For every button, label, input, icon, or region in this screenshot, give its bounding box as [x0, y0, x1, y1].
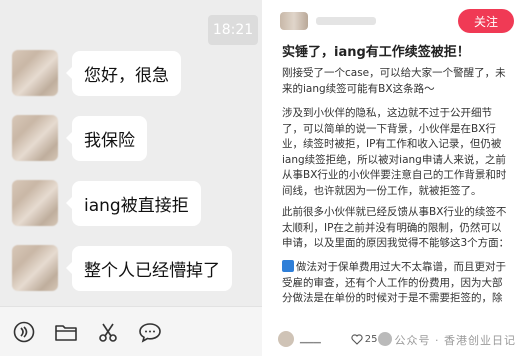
author-avatar[interactable]: [280, 12, 308, 30]
watermark-text: 公众号 · 香港创业日记: [394, 334, 516, 347]
post-paragraph: 此前很多小伙伴就已经反馈从事BX行业的续签不太顺利，IP在之前并没有明确的限制，…: [282, 206, 510, 249]
like-button[interactable]: 25: [351, 333, 378, 345]
avatar[interactable]: [12, 180, 58, 226]
chat-message[interactable]: iang被直接拒: [12, 180, 201, 226]
message-bubble[interactable]: 您好，很急: [66, 50, 181, 96]
like-count: 25: [364, 333, 378, 345]
number-badge-icon: [282, 260, 294, 272]
post-header: 关注: [280, 8, 514, 34]
voice-icon[interactable]: [12, 320, 36, 344]
post-paragraph: 涉及到小伙伴的隐私，这边就不过于公开细节了，可以简单的说一下背景，小伙伴是在BX…: [282, 107, 507, 197]
message-bubble[interactable]: 整个人已经懵掉了: [66, 245, 232, 291]
post-paragraph-list-item: 做法对于保单费用过大不太靠谱，而且更对于受雇的审查，还有个人工作的份费用，因为大…: [282, 260, 510, 308]
folder-icon[interactable]: [54, 320, 78, 344]
post-paragraph: 刚接受了一个case，可以给大家一个警醒了，未来的iang续签可能有BX这条路～: [282, 67, 506, 95]
avatar[interactable]: [12, 115, 58, 161]
chat-message[interactable]: 整个人已经懵掉了: [12, 245, 232, 291]
message-bubble[interactable]: 我保险: [66, 115, 147, 161]
author-name-blurred[interactable]: [316, 17, 376, 25]
wechat-icon: [377, 332, 392, 346]
chat-timestamp: 18:21: [208, 15, 258, 45]
chat-message[interactable]: 您好，很急: [12, 50, 181, 96]
post-paragraph-text: 做法对于保单费用过大不太靠谱，而且更对于受雇的审查，还有个人工作的份费用，因为大…: [282, 261, 506, 308]
watermark: 公众号 · 香港创业日记: [377, 332, 517, 348]
commenter-avatar[interactable]: [278, 331, 294, 347]
chat-message[interactable]: 我保险: [12, 115, 147, 161]
comment-input-placeholder[interactable]: ▁▁▁: [300, 334, 321, 344]
chat-panel: 18:21 您好，很急 我保险 iang被直接拒 整个人已经懵掉了: [0, 0, 262, 356]
chat-bubble-icon[interactable]: [138, 320, 162, 344]
heart-icon: [351, 334, 363, 345]
follow-button[interactable]: 关注: [458, 9, 514, 33]
avatar[interactable]: [12, 50, 58, 96]
scissors-icon[interactable]: [96, 320, 120, 344]
post-panel: 关注 实锤了，iang有工作续签被拒！ 刚接受了一个case，可以给大家一个警醒…: [270, 0, 520, 356]
chat-toolbar: [0, 306, 262, 356]
avatar[interactable]: [12, 245, 58, 291]
message-bubble[interactable]: iang被直接拒: [66, 180, 201, 226]
post-title: 实锤了，iang有工作续签被拒！: [282, 45, 470, 60]
